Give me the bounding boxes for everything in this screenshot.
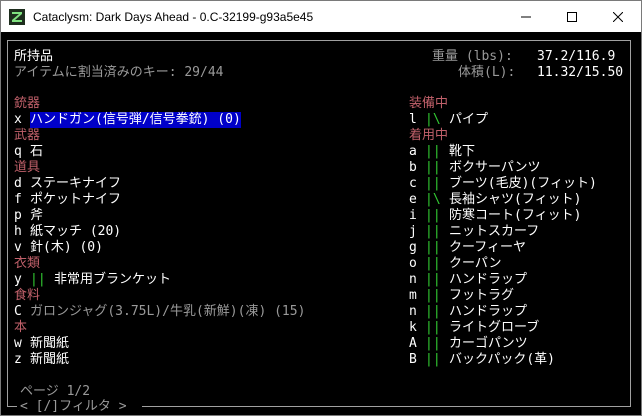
- item-name[interactable]: 針(木) (0): [30, 240, 103, 256]
- item-hotkey[interactable]: y: [14, 272, 22, 288]
- item-status-marker: ||: [425, 208, 441, 223]
- item-hotkey[interactable]: C: [14, 304, 22, 320]
- item-hotkey[interactable]: A: [409, 336, 417, 352]
- item-name[interactable]: 長袖シャツ(フィット): [449, 192, 581, 208]
- item-name[interactable]: 紙マッチ (20): [30, 224, 121, 240]
- item-hotkey[interactable]: h: [14, 224, 22, 240]
- item-hotkey[interactable]: k: [409, 320, 417, 336]
- item-hotkey[interactable]: B: [409, 352, 417, 368]
- close-button[interactable]: [595, 1, 641, 32]
- frame-bottom-left: [7, 406, 17, 407]
- category-header: 装備中: [409, 96, 449, 111]
- category-header: 衣類: [14, 256, 41, 271]
- item-status-marker: ||: [425, 336, 441, 351]
- item-name[interactable]: 非常用ブランケット: [54, 272, 171, 288]
- item-name[interactable]: ニットスカーフ: [449, 224, 539, 240]
- maximize-icon: [567, 11, 577, 22]
- item-name[interactable]: 石: [30, 144, 43, 160]
- volume-value: 11.32/15.50: [537, 65, 624, 80]
- item-status-marker: ||: [425, 144, 441, 159]
- terminal-area: 所持品 アイテムに割当済みのキー: 29/44 重量 (lbs): 37.2/1…: [2, 32, 640, 415]
- item-name[interactable]: パイプ: [449, 112, 488, 128]
- filter-hint[interactable]: < [/]フィルタ >: [20, 399, 127, 415]
- item-name[interactable]: 斧: [30, 208, 43, 224]
- item-name[interactable]: ハンドラップ: [449, 272, 527, 288]
- item-status-marker: ||: [425, 256, 441, 271]
- item-hotkey[interactable]: q: [14, 144, 22, 160]
- minimize-button[interactable]: [503, 1, 549, 32]
- close-icon: [613, 11, 623, 22]
- item-hotkey[interactable]: m: [409, 288, 417, 304]
- app-window: Cataclysm: Dark Days Ahead - 0.C-32199-g…: [0, 0, 642, 416]
- selected-item-name[interactable]: ハンドガン(信号弾/信号拳銃) (0): [30, 112, 241, 128]
- category-header: 着用中: [409, 128, 449, 143]
- item-name[interactable]: ハンドラップ: [449, 304, 527, 320]
- category-header: 銃器: [14, 96, 41, 111]
- item-hotkey[interactable]: j: [409, 224, 417, 240]
- weight-value: 37.2/116.9: [537, 49, 616, 64]
- category-header: 食料: [14, 288, 41, 303]
- item-hotkey[interactable]: i: [409, 208, 417, 224]
- hotkey-count: アイテムに割当済みのキー: 29/44: [14, 65, 224, 80]
- item-status-marker: ||: [425, 176, 441, 191]
- item-status-marker: ||: [425, 160, 441, 175]
- item-name[interactable]: カーゴパンツ: [449, 336, 528, 352]
- item-hotkey[interactable]: c: [409, 176, 417, 192]
- item-status-marker: ||: [425, 240, 441, 255]
- item-hotkey[interactable]: x: [14, 112, 22, 128]
- item-name[interactable]: ボクサーパンツ: [449, 160, 541, 176]
- item-hotkey[interactable]: w: [14, 336, 22, 352]
- item-name[interactable]: 新聞紙: [30, 336, 69, 352]
- item-hotkey[interactable]: g: [409, 240, 417, 256]
- item-name[interactable]: ポケットナイフ: [30, 192, 121, 208]
- item-hotkey[interactable]: n: [409, 272, 417, 288]
- title-bar[interactable]: Cataclysm: Dark Days Ahead - 0.C-32199-g…: [1, 1, 641, 32]
- item-hotkey[interactable]: z: [14, 352, 22, 368]
- item-status-marker: |\: [425, 112, 441, 127]
- item-status-marker: ||: [425, 320, 441, 335]
- category-header: 武器: [14, 128, 41, 143]
- item-name[interactable]: ステーキナイフ: [30, 176, 121, 192]
- item-name[interactable]: 靴下: [449, 144, 475, 160]
- item-status-marker: ||: [425, 304, 441, 319]
- item-status-marker: |\: [425, 192, 441, 207]
- item-status-marker: ||: [425, 224, 441, 239]
- app-logo-icon: [9, 8, 25, 25]
- item-name[interactable]: ライトグローブ: [449, 320, 539, 336]
- item-name[interactable]: ガロンジャグ(3.75L)/牛乳(新鮮)(凍) (15): [30, 304, 305, 320]
- item-name[interactable]: 防寒コート(フィット): [449, 208, 581, 224]
- item-name[interactable]: フットラグ: [449, 288, 514, 304]
- item-hotkey[interactable]: b: [409, 160, 417, 176]
- item-name[interactable]: 新聞紙: [30, 352, 69, 368]
- item-status-marker: ||: [425, 352, 441, 367]
- window-title: Cataclysm: Dark Days Ahead - 0.C-32199-g…: [33, 9, 314, 24]
- item-name[interactable]: クーパン: [449, 256, 502, 272]
- category-header: 本: [14, 320, 28, 335]
- item-hotkey[interactable]: f: [14, 192, 22, 208]
- minimize-icon: [521, 16, 531, 17]
- item-hotkey[interactable]: a: [409, 144, 417, 160]
- item-status-marker: ||: [425, 288, 441, 303]
- volume-label: 体積(L):: [458, 65, 516, 80]
- item-hotkey[interactable]: n: [409, 304, 417, 320]
- item-hotkey[interactable]: l: [409, 112, 417, 128]
- item-status-marker: ||: [30, 272, 46, 287]
- category-header: 道具: [14, 160, 41, 175]
- item-status-marker: ||: [425, 272, 441, 287]
- item-hotkey[interactable]: d: [14, 176, 22, 192]
- frame-bottom-right: [142, 406, 631, 407]
- item-hotkey[interactable]: e: [409, 192, 417, 208]
- weight-label: 重量 (lbs):: [432, 49, 513, 64]
- item-name[interactable]: ブーツ(毛皮)(フィット): [449, 176, 597, 192]
- maximize-button[interactable]: [549, 1, 595, 32]
- item-name[interactable]: バックパック(革): [449, 352, 555, 368]
- item-hotkey[interactable]: p: [14, 208, 22, 224]
- item-hotkey[interactable]: v: [14, 240, 22, 256]
- item-name[interactable]: クーフィーヤ: [449, 240, 526, 256]
- inventory-title: 所持品: [14, 49, 54, 64]
- item-hotkey[interactable]: o: [409, 256, 417, 272]
- page-indicator: ページ 1/2: [20, 384, 91, 399]
